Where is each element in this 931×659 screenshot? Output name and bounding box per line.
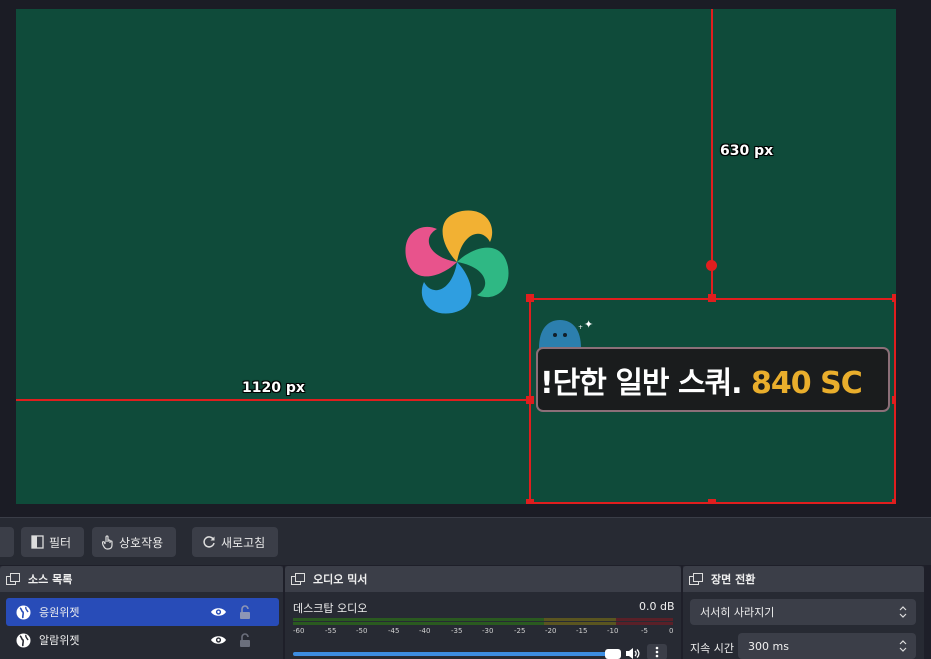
channel-level: 0.0 dB [639,600,675,613]
volume-meter-bottom [293,622,673,625]
globe-icon [16,633,31,648]
volume-slider[interactable] [293,652,613,656]
scale-tick: -5 [641,627,648,635]
donation-widget: !단한 일반 스쿼. 840 SC [536,347,890,412]
guide-line-vertical [711,9,713,299]
preview-canvas[interactable]: 1120 px 630 px ✦ + !단한 일반 스쿼. 840 SC [16,9,896,504]
speaker-icon[interactable] [625,647,641,659]
scale-tick: 0 [669,627,674,635]
transition-select-value: 서서히 사라지기 [700,606,775,619]
scale-tick: -30 [482,627,494,635]
scale-tick: -10 [607,627,619,635]
chevron-updown-icon [894,602,912,622]
volume-slider-handle[interactable] [605,649,621,659]
scale-tick: -60 [293,627,305,635]
scene-transitions-dock: 장면 전환 서서히 사라지기 지속 시간 300 ms [683,566,924,659]
widget-text-amount: 840 SC [741,366,863,401]
audio-mixer-dock: 오디오 믹서 데스크탑 오디오 0.0 dB -60 -55 -50 -45 -… [285,566,681,659]
source-item-label: 응원위젯 [39,606,80,619]
duration-value: 300 ms [748,639,789,653]
duration-label: 지속 시간 [690,642,734,655]
scene-transitions-title: 장면 전환 [711,573,756,586]
widget-text-main: !단한 일반 스쿼. [540,366,743,401]
dock-window-icon [291,573,305,585]
preview-area: 1120 px 630 px ✦ + !단한 일반 스쿼. 840 SC [0,0,931,517]
guide-anchor-dot [706,260,717,271]
visibility-eye-icon[interactable] [210,634,227,646]
audio-mixer-dock-header[interactable]: 오디오 믹서 [285,566,681,592]
chevron-updown-icon[interactable] [894,636,912,656]
visibility-eye-icon[interactable] [210,606,227,618]
source-item-cheer-widget[interactable]: 응원위젯 [6,598,279,626]
interact-button[interactable]: 상호작용 [92,527,176,557]
filters-button[interactable]: 필터 [21,527,84,557]
audio-mixer-title: 오디오 믹서 [313,573,368,586]
toolbar-partial-button[interactable] [0,527,14,557]
resize-handle-bl[interactable] [526,499,534,504]
scale-tick: -40 [419,627,431,635]
transition-select[interactable]: 서서히 사라지기 [690,599,916,625]
sources-dock: 소스 목록 응원위젯 알람위젯 [0,566,283,659]
refresh-icon [202,535,216,549]
channel-name: 데스크탑 오디오 [293,602,368,615]
unlock-icon[interactable] [239,604,251,620]
guide-vertical-label: 630 px [720,143,774,159]
meter-scale: -60 -55 -50 -45 -40 -35 -30 -25 -20 -15 … [285,627,681,639]
widget-text: !단한 일반 스쿼. 840 SC [540,358,863,402]
resize-handle-ml[interactable] [526,396,534,404]
refresh-button[interactable]: 새로고침 [192,527,278,557]
volume-meter-top [293,618,673,621]
scale-tick: -15 [576,627,588,635]
resize-handle-tr[interactable] [892,294,896,302]
guide-horizontal-label: 1120 px [242,380,305,396]
source-item-alert-widget[interactable]: 알람위젯 [6,626,279,654]
scale-tick: -25 [514,627,526,635]
resize-handle-tl[interactable] [526,294,534,302]
duration-spinbox[interactable]: 300 ms [738,633,916,659]
resize-handle-br[interactable] [892,499,896,504]
scene-transitions-dock-header[interactable]: 장면 전환 [683,566,924,592]
resize-handle-tm[interactable] [708,294,716,302]
globe-icon [16,605,31,620]
scale-tick: -55 [325,627,337,635]
scale-tick: -20 [545,627,557,635]
app-logo [405,210,509,314]
interact-label: 상호작용 [119,535,164,550]
dock-window-icon [689,573,703,585]
scale-tick: -35 [451,627,463,635]
sparkle-icon: ✦ + [578,318,594,331]
source-item-label: 알람위젯 [39,634,80,647]
sources-title: 소스 목록 [28,573,73,586]
scale-tick: -50 [356,627,368,635]
dock-window-icon [6,573,20,585]
unlock-icon[interactable] [239,632,251,648]
resize-handle-bm[interactable] [708,499,716,504]
mascot-icon [539,320,581,348]
filter-icon [31,535,44,549]
sources-dock-header[interactable]: 소스 목록 [0,566,283,592]
guide-line-horizontal [16,399,530,401]
scale-tick: -45 [388,627,400,635]
refresh-label: 새로고침 [221,535,266,550]
source-toolbar: 필터 상호작용 새로고침 [0,517,931,565]
more-options-icon[interactable] [647,644,667,659]
resize-handle-mr[interactable] [892,396,896,404]
filters-label: 필터 [49,535,72,550]
hand-pointer-icon [102,534,114,550]
